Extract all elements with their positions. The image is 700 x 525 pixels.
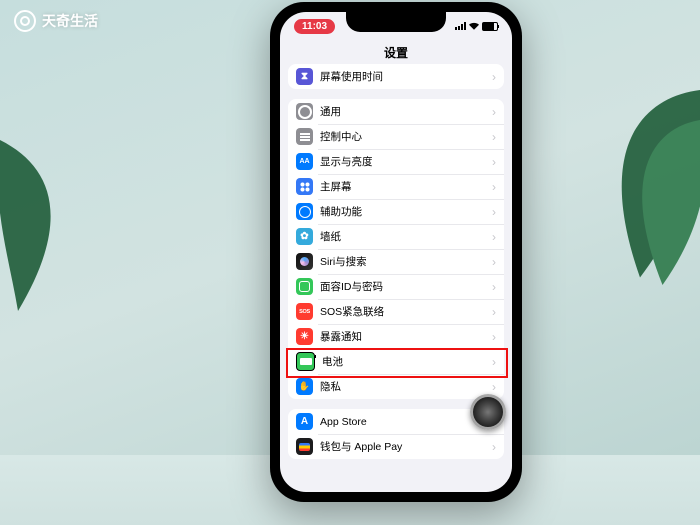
face-icon bbox=[296, 278, 313, 295]
expose-icon bbox=[296, 328, 313, 345]
chevron-right-icon: › bbox=[492, 205, 496, 219]
chevron-right-icon: › bbox=[492, 280, 496, 294]
row-label: 墙纸 bbox=[320, 229, 488, 244]
hand-icon bbox=[296, 378, 313, 395]
aa-icon bbox=[296, 153, 313, 170]
navbar: 设置 bbox=[280, 40, 512, 64]
watermark-logo-icon bbox=[14, 10, 36, 32]
row-label: 电池 bbox=[322, 354, 488, 369]
gear-icon bbox=[296, 103, 313, 120]
settings-list[interactable]: 屏幕使用时间›通用›控制中心›显示与亮度›主屏幕›辅助功能›墙纸›Siri与搜索… bbox=[280, 64, 512, 492]
sos-icon bbox=[296, 303, 313, 320]
chevron-right-icon: › bbox=[492, 155, 496, 169]
signal-icon bbox=[455, 22, 466, 30]
assistive-touch-button[interactable] bbox=[470, 394, 506, 430]
wallet-icon bbox=[296, 438, 313, 455]
chevron-right-icon: › bbox=[492, 380, 496, 394]
phone-frame: 11:03 设置 屏幕使用时间›通用›控制中心›显示与亮度›主屏幕›辅助功能›墙… bbox=[270, 2, 522, 502]
sliders-icon bbox=[296, 128, 313, 145]
chevron-right-icon: › bbox=[492, 330, 496, 344]
leaf-decoration bbox=[550, 90, 700, 285]
settings-row-wallet[interactable]: 钱包与 Apple Pay › bbox=[288, 434, 504, 459]
settings-row-expose[interactable]: 暴露通知 › bbox=[288, 324, 504, 349]
row-label: 钱包与 Apple Pay bbox=[320, 439, 488, 454]
row-label: 控制中心 bbox=[320, 129, 488, 144]
row-label: 隐私 bbox=[320, 379, 488, 394]
stage: 天奇生活 11:03 设置 屏幕使用时间›通用›控制中心›显示与亮度›主屏幕›辅… bbox=[0, 0, 700, 525]
hourglass-icon bbox=[296, 68, 313, 85]
row-label: 显示与亮度 bbox=[320, 154, 488, 169]
row-label: 通用 bbox=[320, 104, 488, 119]
settings-row-hand[interactable]: 隐私 › bbox=[288, 374, 504, 399]
settings-row-sliders[interactable]: 控制中心 › bbox=[288, 124, 504, 149]
wifi-icon bbox=[469, 22, 479, 30]
row-label: 辅助功能 bbox=[320, 204, 488, 219]
ashop-icon bbox=[296, 413, 313, 430]
status-time: 11:03 bbox=[294, 19, 335, 34]
settings-row-siri[interactable]: Siri与搜索 › bbox=[288, 249, 504, 274]
settings-row-access[interactable]: 辅助功能 › bbox=[288, 199, 504, 224]
row-label: 屏幕使用时间 bbox=[320, 69, 488, 84]
chevron-right-icon: › bbox=[492, 230, 496, 244]
settings-row-grid4[interactable]: 主屏幕 › bbox=[288, 174, 504, 199]
access-icon bbox=[296, 203, 313, 220]
notch bbox=[346, 12, 446, 32]
settings-row-batt[interactable]: 电池 › bbox=[288, 349, 504, 374]
row-label: App Store bbox=[320, 416, 488, 428]
row-label: 面容ID与密码 bbox=[320, 279, 488, 294]
settings-row-sos[interactable]: SOS紧急联络 › bbox=[288, 299, 504, 324]
settings-row-aa[interactable]: 显示与亮度 › bbox=[288, 149, 504, 174]
status-right bbox=[455, 22, 498, 31]
settings-row-face[interactable]: 面容ID与密码 › bbox=[288, 274, 504, 299]
chevron-right-icon: › bbox=[492, 105, 496, 119]
chevron-right-icon: › bbox=[492, 440, 496, 454]
flower-icon bbox=[296, 228, 313, 245]
battery-icon bbox=[482, 22, 498, 31]
settings-row-flower[interactable]: 墙纸 › bbox=[288, 224, 504, 249]
phone-screen: 11:03 设置 屏幕使用时间›通用›控制中心›显示与亮度›主屏幕›辅助功能›墙… bbox=[280, 12, 512, 492]
navbar-title: 设置 bbox=[384, 44, 408, 61]
chevron-right-icon: › bbox=[492, 355, 496, 369]
chevron-right-icon: › bbox=[492, 255, 496, 269]
grid4-icon bbox=[296, 178, 313, 195]
chevron-right-icon: › bbox=[492, 180, 496, 194]
watermark-text: 天奇生活 bbox=[42, 11, 98, 31]
watermark: 天奇生活 bbox=[14, 10, 98, 32]
settings-group: 屏幕使用时间 › bbox=[288, 64, 504, 89]
settings-row-hourglass[interactable]: 屏幕使用时间 › bbox=[288, 64, 504, 89]
siri-icon bbox=[296, 253, 313, 270]
row-label: 主屏幕 bbox=[320, 179, 488, 194]
settings-row-gear[interactable]: 通用 › bbox=[288, 99, 504, 124]
row-label: SOS紧急联络 bbox=[320, 304, 488, 319]
row-label: 暴露通知 bbox=[320, 329, 488, 344]
chevron-right-icon: › bbox=[492, 130, 496, 144]
row-label: Siri与搜索 bbox=[320, 254, 488, 269]
chevron-right-icon: › bbox=[492, 70, 496, 84]
settings-group: 通用›控制中心›显示与亮度›主屏幕›辅助功能›墙纸›Siri与搜索›面容ID与密… bbox=[288, 99, 504, 399]
leaf-decoration bbox=[0, 140, 90, 320]
batt-icon bbox=[296, 352, 315, 371]
chevron-right-icon: › bbox=[492, 305, 496, 319]
